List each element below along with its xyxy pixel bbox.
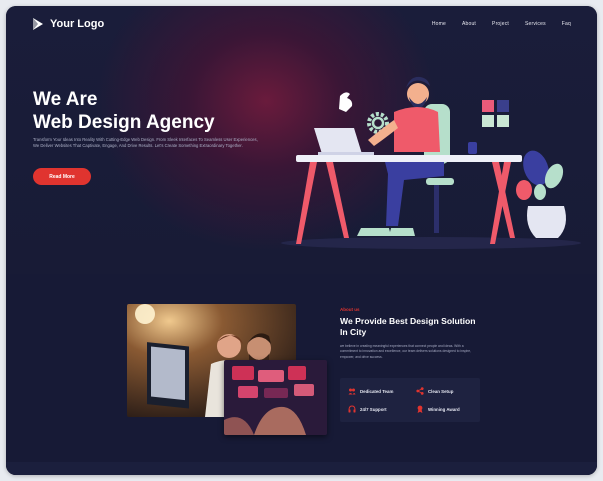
award-icon: [417, 405, 423, 413]
feature-label: Clean Setup: [428, 388, 454, 394]
feature-dedicated-team: Dedicated Team: [348, 387, 393, 395]
next-section-edge: [6, 462, 597, 475]
about-section: About us We Provide Best Design Solution…: [6, 274, 597, 475]
logo-text: Your Logo: [50, 18, 105, 30]
hero-headline-line2: Web Design Agency: [33, 112, 215, 133]
feature-support: 24/7 Support: [348, 405, 387, 413]
hero-section: Your Logo Home About Project Services Fa…: [6, 6, 597, 274]
nav-item-services[interactable]: Services: [525, 21, 546, 27]
hero-illustration: [281, 76, 581, 249]
features-box: Dedicated Team Clean Setup 24/7 Support: [340, 378, 480, 422]
laptop-illustration: [314, 128, 374, 155]
hero-headline-line1: We Are: [33, 89, 98, 110]
feature-label: Dedicated Team: [360, 388, 394, 394]
feature-label: 24/7 Support: [360, 406, 387, 412]
design-work-photo: [224, 360, 327, 435]
feature-label: Winning Award: [428, 406, 460, 412]
nav-menu: Home About Project Services Faq: [432, 21, 571, 27]
hero-subtext: Transform Your Ideas Into Reality With C…: [33, 137, 258, 149]
logo-icon: [33, 18, 43, 30]
feature-award: Winning Award: [416, 405, 460, 413]
decor-squares: [482, 100, 509, 127]
nav-item-about[interactable]: About: [462, 21, 476, 27]
screenshot-frame: Your Logo Home About Project Services Fa…: [0, 0, 603, 481]
pointer-hand-icon: [339, 92, 353, 112]
read-more-button[interactable]: Read More: [33, 168, 91, 185]
top-navbar: Your Logo Home About Project Services Fa…: [6, 6, 597, 42]
plant-illustration: [516, 150, 566, 238]
team-icon: [348, 388, 356, 395]
nav-item-home[interactable]: Home: [432, 21, 446, 27]
about-tag: About us: [340, 307, 360, 312]
share-icon: [416, 387, 424, 395]
feature-clean-setup: Clean Setup: [416, 387, 453, 395]
nav-item-project[interactable]: Project: [492, 21, 509, 27]
logo[interactable]: Your Logo: [32, 17, 104, 31]
about-title: We Provide Best Design Solution In City: [340, 316, 476, 337]
website-page: Your Logo Home About Project Services Fa…: [6, 6, 597, 475]
hero-headline: We Are Web Design Agency: [33, 88, 215, 134]
support-icon: [348, 405, 356, 413]
nav-item-faq[interactable]: Faq: [562, 21, 571, 27]
about-text: we believe in creating meaningful experi…: [340, 344, 472, 359]
